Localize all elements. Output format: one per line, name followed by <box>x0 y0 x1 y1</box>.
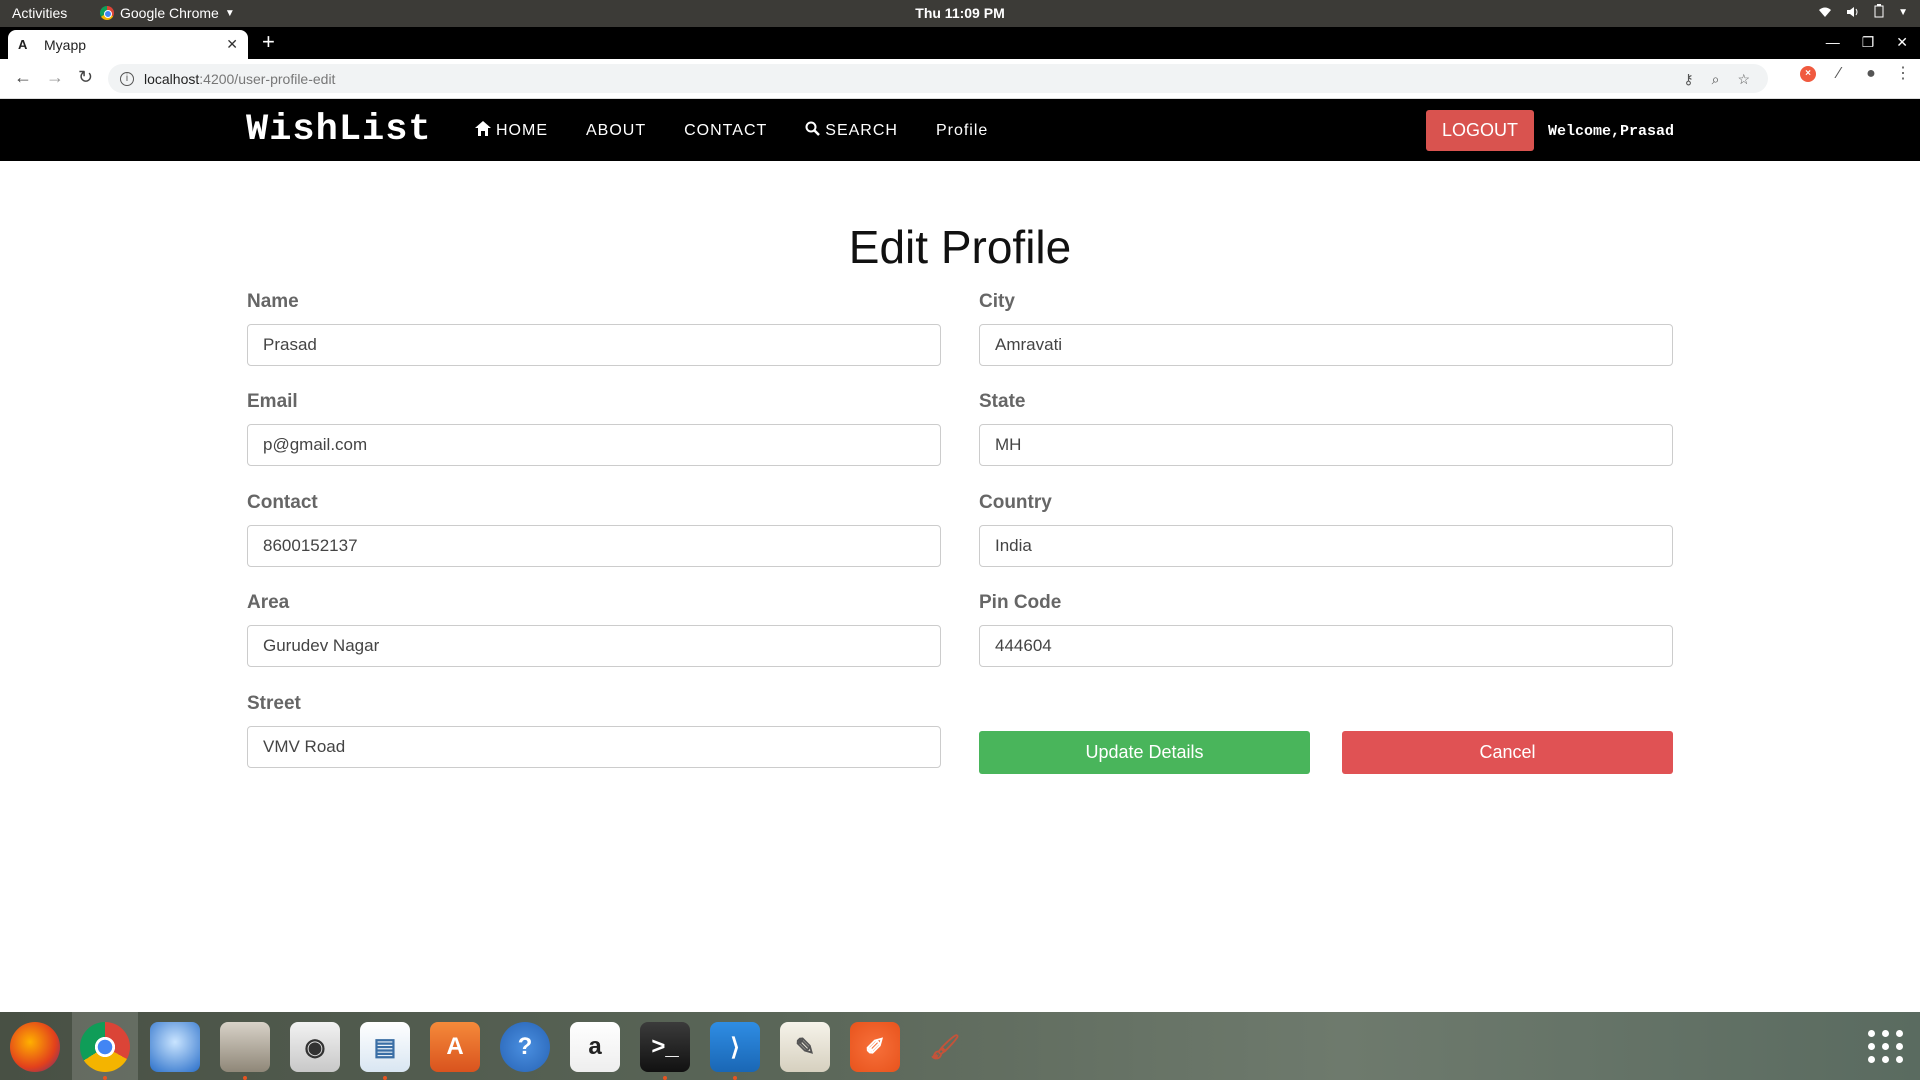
name-input[interactable] <box>247 324 941 366</box>
pincode-label: Pin Code <box>979 592 1062 613</box>
angular-favicon-icon: A <box>18 37 28 52</box>
nav-home-label: HOME <box>496 122 548 139</box>
reload-icon[interactable]: ↻ <box>78 67 93 88</box>
close-window-icon[interactable]: ✕ <box>1896 34 1908 51</box>
software-center-icon[interactable]: A <box>430 1022 480 1072</box>
browser-toolbar: ← → ↻ i localhost:4200/user-profile-edit… <box>0 59 1920 99</box>
contact-field-group: Contact <box>247 492 941 567</box>
extension-red-icon[interactable]: × <box>1800 66 1816 82</box>
url-path: :4200/user-profile-edit <box>199 70 336 87</box>
name-field-group: Name <box>247 291 941 366</box>
terminal-icon[interactable]: >_ <box>640 1022 690 1072</box>
libreoffice-writer-icon[interactable]: ▤ <box>360 1022 410 1072</box>
forward-icon[interactable]: → <box>46 67 64 88</box>
address-bar[interactable]: i localhost:4200/user-profile-edit ⚷ ⌕ ☆ <box>108 64 1768 93</box>
ubuntu-dock: ◉ ▤ A? a >_ ⟩ ✎ ✐ 🖌 <box>0 1012 1920 1080</box>
running-indicator <box>243 1076 247 1080</box>
browser-tab[interactable]: A Myapp ✕ <box>8 30 248 59</box>
running-indicator <box>733 1076 737 1080</box>
page-title: Edit Profile <box>848 221 1072 273</box>
vscode-icon[interactable]: ⟩ <box>710 1022 760 1072</box>
welcome-text: Welcome,Prasad <box>1548 123 1675 140</box>
site-info-icon[interactable]: i <box>120 71 134 86</box>
running-indicator <box>383 1076 387 1080</box>
rhythmbox-icon[interactable]: ◉ <box>290 1022 340 1072</box>
postman-icon[interactable]: ✐ <box>850 1022 900 1072</box>
name-label: Name <box>247 291 299 312</box>
nav-contact[interactable]: CONTACT <box>684 121 767 141</box>
city-label: City <box>979 291 1015 312</box>
street-label: Street <box>247 693 301 714</box>
extension-grey-icon[interactable]: ⁄ <box>1830 65 1848 83</box>
state-input[interactable] <box>979 424 1673 466</box>
app-navbar: WishList HOME ABOUT CONTACT SEARCH Profi… <box>0 99 1920 161</box>
pincode-field-group: Pin Code <box>979 592 1673 667</box>
close-icon[interactable]: ✕ <box>226 36 238 53</box>
text-editor-icon[interactable]: ✎ <box>780 1022 830 1072</box>
show-applications-icon[interactable] <box>1868 1030 1904 1063</box>
cancel-button[interactable]: Cancel <box>1342 731 1673 774</box>
email-field-group: Email <box>247 391 941 466</box>
brand-logo[interactable]: WishList <box>246 109 432 151</box>
back-icon[interactable]: ← <box>14 67 32 88</box>
nav-home[interactable]: HOME <box>475 121 548 141</box>
street-field-group: Street <box>247 693 941 768</box>
chrome-icon[interactable] <box>80 1022 130 1072</box>
pincode-input[interactable] <box>979 625 1673 667</box>
maximize-icon[interactable]: ❐ <box>1862 34 1875 51</box>
city-input[interactable] <box>979 324 1673 366</box>
system-top-bar: Activities Google Chrome ▼ Thu 11:09 PM … <box>0 0 1920 27</box>
state-label: State <box>979 391 1026 412</box>
zoom-icon[interactable]: ⌕ <box>1712 71 1720 88</box>
clock[interactable]: Thu 11:09 PM <box>0 5 1920 21</box>
country-input[interactable] <box>979 525 1673 567</box>
firefox-icon[interactable] <box>10 1022 60 1072</box>
contact-input[interactable] <box>247 525 941 567</box>
city-field-group: City <box>979 291 1673 366</box>
area-label: Area <box>247 592 290 613</box>
email-label: Email <box>247 391 298 412</box>
street-input[interactable] <box>247 726 941 768</box>
volume-icon <box>1846 5 1860 21</box>
nav-search-label: SEARCH <box>825 122 898 139</box>
wifi-icon <box>1818 5 1832 21</box>
area-input[interactable] <box>247 625 941 667</box>
browser-tab-strip: A Myapp ✕ <box>0 27 1920 59</box>
nav-search[interactable]: SEARCH <box>805 121 898 141</box>
url-host: localhost <box>144 70 200 87</box>
chevron-down-icon: ▼ <box>1898 7 1908 18</box>
home-icon <box>475 121 491 141</box>
files-icon[interactable] <box>220 1022 270 1072</box>
state-field-group: State <box>979 391 1673 466</box>
window-controls: — ❐ ✕ <box>1826 34 1908 51</box>
area-field-group: Area <box>247 592 941 667</box>
amazon-icon[interactable]: a <box>570 1022 620 1072</box>
extensions-area: × ⁄ ● ⋮ <box>1800 65 1912 83</box>
key-icon[interactable]: ⚷ <box>1683 71 1693 88</box>
contact-label: Contact <box>247 492 318 513</box>
menu-dots-icon[interactable]: ⋮ <box>1894 65 1912 83</box>
thunderbird-icon[interactable] <box>150 1022 200 1072</box>
account-icon[interactable]: ● <box>1862 65 1880 83</box>
search-icon <box>805 121 821 141</box>
nav-links: HOME ABOUT CONTACT SEARCH Profile <box>475 121 988 141</box>
tab-title: Myapp <box>44 36 87 53</box>
country-field-group: Country <box>979 492 1673 567</box>
update-details-button[interactable]: Update Details <box>979 731 1310 774</box>
paint-icon[interactable]: 🖌 <box>920 1022 970 1072</box>
country-label: Country <box>979 492 1052 513</box>
star-icon[interactable]: ☆ <box>1737 71 1750 88</box>
logout-button[interactable]: LOGOUT <box>1426 110 1534 151</box>
omnibox-actions: ⚷ ⌕ ☆ <box>1683 71 1750 88</box>
nav-about[interactable]: ABOUT <box>586 121 646 141</box>
minimize-icon[interactable]: — <box>1826 34 1840 51</box>
system-tray[interactable]: ▼ <box>1818 4 1908 21</box>
nav-profile[interactable]: Profile <box>936 121 988 141</box>
running-indicator <box>103 1076 107 1080</box>
battery-icon <box>1874 4 1884 21</box>
help-icon[interactable]: ? <box>500 1022 550 1072</box>
email-input[interactable] <box>247 424 941 466</box>
running-indicator <box>663 1076 667 1080</box>
new-tab-button[interactable]: + <box>262 31 275 53</box>
